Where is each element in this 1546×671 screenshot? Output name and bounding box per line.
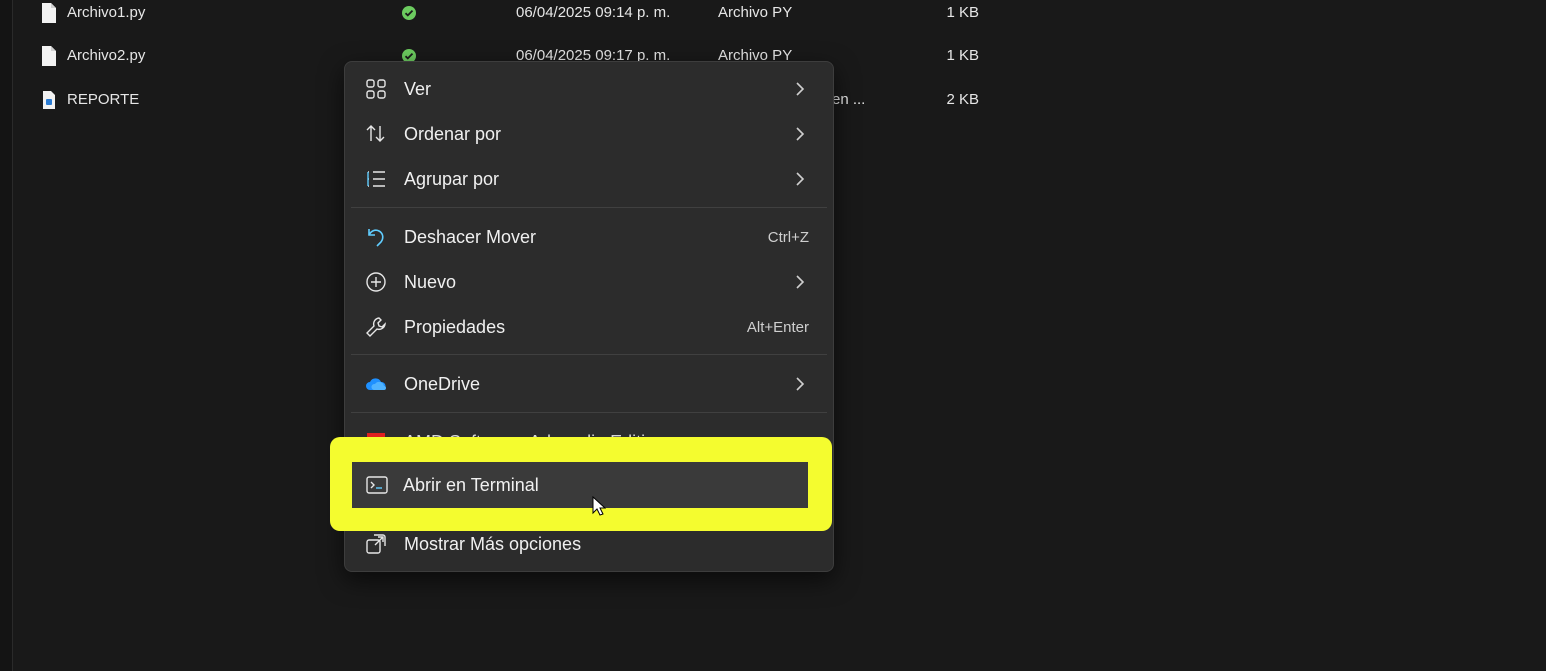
document-file-icon <box>43 91 55 109</box>
file-name: Archivo2.py <box>67 47 146 64</box>
file-name: REPORTE <box>67 91 140 108</box>
chevron-right-icon <box>796 377 805 391</box>
menu-item-agrupar-por[interactable]: Agrupar por <box>351 158 827 200</box>
sync-status-icon <box>402 6 416 20</box>
file-row[interactable]: Archivo1.py 06/04/2025 09:14 p. m. Archi… <box>0 0 1000 40</box>
menu-item-ordenar-por[interactable]: Ordenar por <box>351 113 827 155</box>
menu-item-label: Propiedades <box>404 317 506 337</box>
onedrive-cloud-icon <box>366 378 386 390</box>
menu-item-label: Mostrar Más opciones <box>404 534 582 554</box>
shortcut-text: Alt+Enter <box>746 319 809 336</box>
sort-icon <box>366 125 385 142</box>
menu-item-label: Deshacer Mover <box>404 227 537 247</box>
undo-icon <box>368 229 384 247</box>
shortcut-text: Ctrl+Z <box>767 229 809 246</box>
wrench-icon <box>366 317 386 337</box>
list-icon <box>367 171 385 187</box>
menu-item-propiedades[interactable]: Propiedades Alt+Enter <box>351 306 827 348</box>
menu-item-abrir-en-terminal[interactable]: Abrir en Terminal <box>352 462 808 508</box>
file-icon <box>42 3 56 23</box>
file-icon <box>42 46 56 66</box>
mouse-cursor-icon <box>592 496 606 516</box>
file-size: 2 KB <box>946 91 979 108</box>
menu-item-label: Ordenar por <box>404 124 502 144</box>
menu-item-nuevo[interactable]: Nuevo <box>351 261 827 303</box>
file-size: 1 KB <box>946 47 979 64</box>
menu-separator <box>351 354 827 355</box>
file-type: Archivo PY <box>718 4 793 21</box>
plus-circle-icon <box>366 272 386 292</box>
terminal-icon <box>366 476 388 494</box>
menu-item-label: Nuevo <box>404 272 457 292</box>
menu-item-label: Ver <box>404 79 432 99</box>
file-size: 1 KB <box>946 4 979 21</box>
menu-item-label: Agrupar por <box>404 169 500 189</box>
file-type: en ... <box>832 91 866 108</box>
menu-separator <box>351 207 827 208</box>
menu-item-deshacer-mover[interactable]: Deshacer Mover Ctrl+Z <box>351 216 827 258</box>
file-date: 06/04/2025 09:14 p. m. <box>516 4 671 21</box>
chevron-right-icon <box>796 172 805 186</box>
menu-separator <box>351 412 827 413</box>
grid-icon <box>366 79 386 99</box>
more-options-icon <box>366 534 386 554</box>
chevron-right-icon <box>796 275 805 289</box>
chevron-right-icon <box>796 82 805 96</box>
menu-item-label: OneDrive <box>404 374 481 394</box>
menu-item-label: Abrir en Terminal <box>403 475 539 495</box>
chevron-right-icon <box>796 127 805 141</box>
menu-item-ver[interactable]: Ver <box>351 68 827 110</box>
menu-item-onedrive[interactable]: OneDrive <box>351 363 827 405</box>
file-name: Archivo1.py <box>67 4 146 21</box>
